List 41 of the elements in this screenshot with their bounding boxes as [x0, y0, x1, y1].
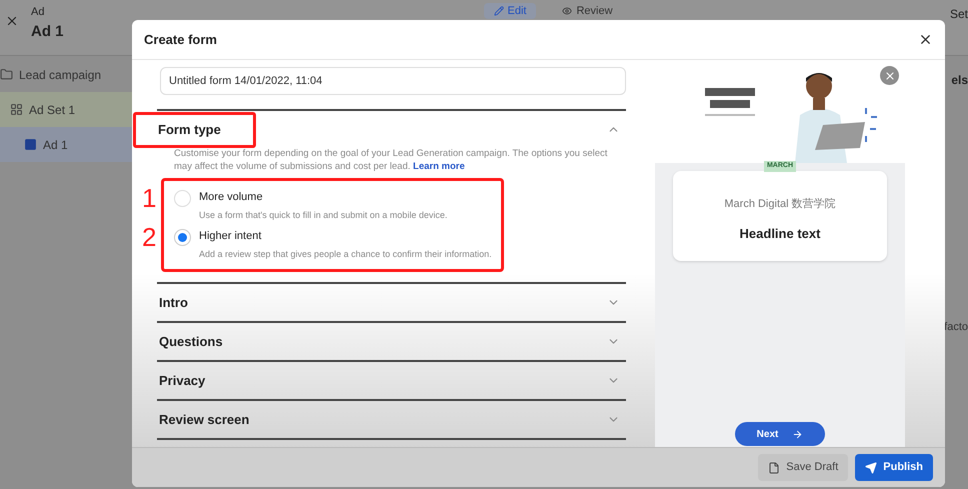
section-description: Customise your form depending on the goal of your Lead Generation campaign. The options you select may affect the volume of submissions and cost per lead. Learn more — [174, 147, 608, 173]
section-title[interactable]: Intro — [159, 292, 188, 312]
eye-icon — [562, 6, 572, 16]
option-label: More volume — [199, 190, 264, 205]
panel-text: facto — [944, 320, 968, 335]
arrow-right-icon — [792, 428, 804, 440]
file-icon — [768, 462, 780, 474]
header-overline: Ad — [31, 5, 46, 20]
option-description: Add a review step that gives people a chance to confirm their information. — [199, 248, 492, 261]
section-title[interactable]: Form type — [133, 112, 256, 148]
section-title[interactable]: Questions — [159, 332, 223, 352]
send-icon — [865, 462, 878, 474]
radio-button[interactable] — [174, 190, 191, 207]
folder-icon — [0, 68, 13, 81]
pencil-icon — [494, 6, 504, 16]
header-title: Ad 1 — [31, 22, 64, 42]
panel-heading: els — [951, 72, 968, 89]
section-title[interactable]: Privacy — [159, 370, 206, 390]
top-right-button[interactable]: Set — [946, 5, 968, 23]
next-button[interactable]: Next — [735, 422, 825, 446]
close-icon[interactable] — [5, 14, 19, 28]
section-title[interactable]: Review screen — [159, 410, 250, 430]
annotation-number: 2 — [142, 222, 156, 252]
form-name-field[interactable]: Untitled form 14/01/2022, 11:04 — [160, 67, 626, 95]
save-draft-button[interactable]: Save Draft — [758, 454, 848, 481]
page-name: March Digital 数营学院 — [724, 196, 836, 212]
close-icon[interactable] — [918, 32, 933, 47]
square-icon — [24, 138, 37, 151]
sidebar-item[interactable]: Ad Set 1 — [0, 92, 132, 127]
annotation-number: 1 — [142, 183, 156, 213]
learn-more-link[interactable]: Learn more — [413, 161, 465, 172]
sidebar-item[interactable]: Ad 1 — [0, 127, 132, 162]
publish-button[interactable]: Publish — [855, 454, 933, 481]
radio-button[interactable] — [174, 229, 191, 246]
top-tab[interactable]: Review — [552, 3, 623, 19]
option-description: Use a form that's quick to fill in and submit on a mobile device. — [199, 208, 448, 222]
sidebar-item[interactable]: Lead campaign — [0, 57, 132, 92]
headline: Headline text — [740, 225, 820, 243]
grid-icon — [10, 103, 23, 116]
dialog-title: Create form — [144, 30, 217, 49]
option-label: Higher intent — [199, 229, 262, 244]
